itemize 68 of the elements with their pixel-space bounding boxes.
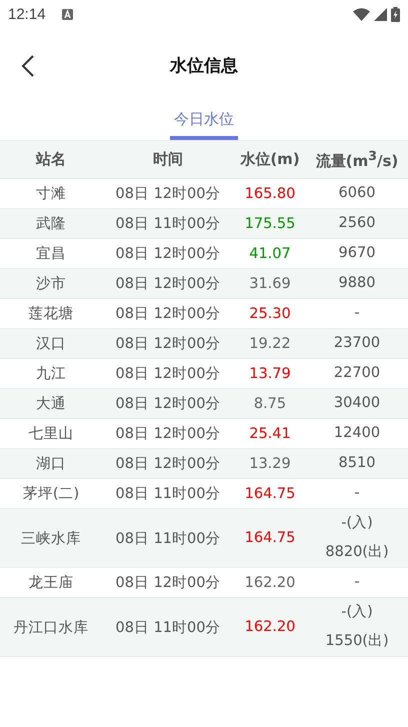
- table-cell-text: 6060: [338, 184, 376, 203]
- table-cell-text: 寸滩: [35, 185, 67, 203]
- table-cell-text: 08日 12时00分: [114, 275, 222, 293]
- battery-icon: [391, 6, 400, 22]
- table-cell-text: 丹江口水库: [12, 618, 90, 636]
- table-cell-text: 2560: [338, 214, 376, 233]
- table-cell-text: 汉口: [35, 335, 67, 353]
- table-cell-text: 175.55: [244, 216, 296, 232]
- table-cell-text: 茅坪(二): [22, 485, 80, 503]
- table-cell-text: 164.75: [244, 486, 296, 502]
- status-time: 12:14: [8, 6, 46, 22]
- table-cell-text: 25.41: [248, 426, 292, 442]
- table-cell-text: 165.80: [244, 186, 296, 202]
- table-cell-text: 沙市: [35, 274, 67, 293]
- table-cell-text: 武隆: [35, 215, 67, 233]
- table-cell-text: 12400: [334, 424, 380, 443]
- table-cell-text: 08日 12时00分: [114, 335, 222, 353]
- table-cell-text: 08日 11时00分: [114, 618, 222, 636]
- column-header: 流量(m$^{3}$/s): [314, 148, 400, 171]
- table-cell-text: 162.20: [244, 574, 296, 590]
- column-header: 站名: [34, 150, 67, 169]
- table-cell-text: -: [354, 573, 360, 592]
- table-cell-text: -(入): [341, 603, 373, 622]
- table-cell-text: 162.20: [244, 619, 296, 635]
- table-cell-text: 08日 12时00分: [114, 395, 222, 413]
- wifi-icon: [353, 8, 370, 20]
- table-cell-text: 宜昌: [35, 244, 67, 263]
- table-cell-text: 08日 12时00分: [114, 305, 222, 323]
- table-cell-text: 8510: [338, 454, 376, 473]
- table-cell-text: 08日 11时00分: [114, 530, 222, 548]
- table-cell-text: 30400: [334, 394, 380, 413]
- column-header: 水位(m): [239, 150, 301, 169]
- column-header: 时间: [152, 150, 184, 169]
- table-cell-text: 9880: [338, 274, 376, 293]
- table-cell-text: 龙王庙: [28, 574, 74, 592]
- table-cell-text: 三峡水库: [20, 530, 82, 548]
- table-cell-text: 19.22: [248, 336, 292, 352]
- table-cell-text: 9670: [338, 244, 376, 263]
- table-cell-text: 08日 12时00分: [114, 185, 222, 203]
- signal-icon: [374, 8, 387, 20]
- table-cell-text: 七里山: [28, 425, 74, 443]
- notification-icon: [62, 8, 73, 20]
- table-cell-text: 8.75: [252, 396, 288, 412]
- table-cell-text: 08日 11时00分: [114, 485, 222, 503]
- table-cell-text: 大通: [35, 395, 67, 413]
- table-cell-text: -(入): [341, 514, 373, 533]
- table-cell-text: 31.69: [248, 276, 292, 292]
- table-cell-text: 08日 11时00分: [114, 215, 222, 233]
- table-cell-text: 08日 12时00分: [114, 245, 222, 263]
- table-cell-text: 湖口: [35, 455, 67, 473]
- table-cell-text: 8820(出): [325, 543, 389, 562]
- page-title: 水位信息: [170, 54, 238, 76]
- table-cell-text: 08日 12时00分: [114, 365, 222, 383]
- table-cell-text: 08日 12时00分: [114, 455, 222, 473]
- table-cell-text: 九江: [35, 365, 67, 383]
- table-cell-text: 25.30: [248, 306, 292, 322]
- table-cell-text: 22700: [334, 364, 380, 383]
- table-cell-text: 164.75: [244, 530, 296, 546]
- table-cell-text: 41.07: [248, 246, 292, 262]
- table-cell-text: 13.29: [248, 456, 292, 472]
- table-cell-text: -: [354, 304, 360, 323]
- table-cell-text: -: [354, 484, 360, 503]
- table-cell-text: 08日 12时00分: [114, 425, 222, 443]
- table-cell-text: 23700: [334, 334, 380, 353]
- table-cell-text: 13.79: [248, 366, 292, 382]
- table-cell-text: 1550(出): [325, 632, 389, 651]
- table-cell-text: 莲花塘: [28, 304, 74, 323]
- table-cell-text: 08日 12时00分: [114, 574, 222, 592]
